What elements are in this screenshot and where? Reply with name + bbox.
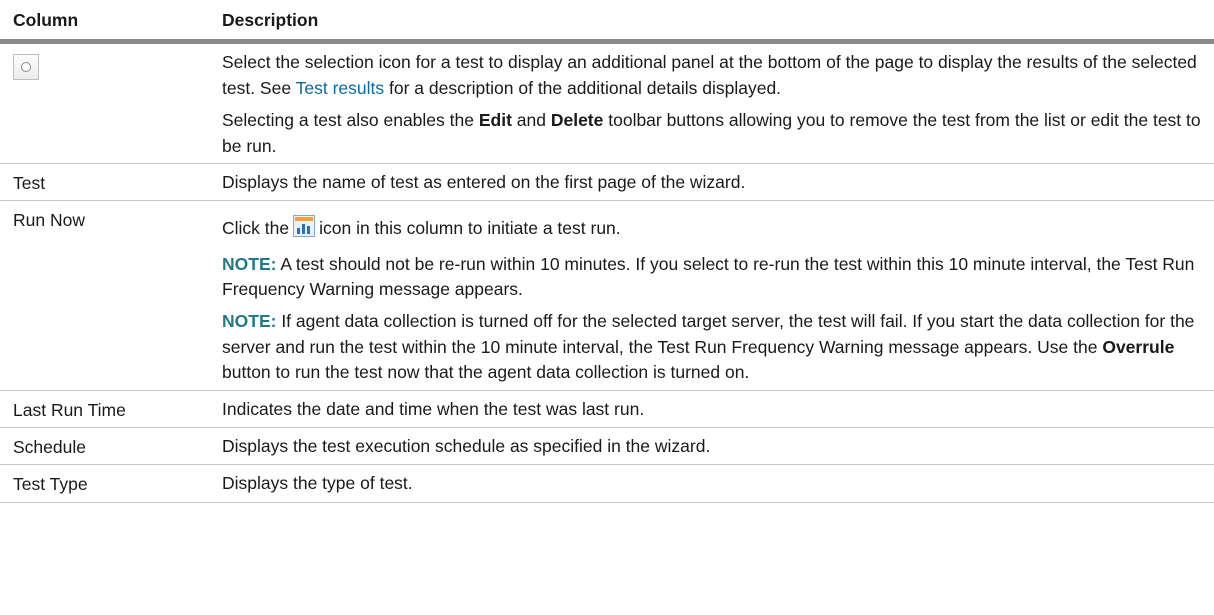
row-description-cell: Select the selection icon for a test to … xyxy=(209,41,1214,164)
row-name-cell: Last Run Time xyxy=(0,390,209,428)
table-row-last-run-time: Last Run Time Indicates the date and tim… xyxy=(0,390,1214,428)
row-name-cell xyxy=(0,41,209,164)
table-row-schedule: Schedule Displays the test execution sch… xyxy=(0,427,1214,466)
row-name-cell: Test Type xyxy=(0,464,209,503)
select-paragraph-1: Select the selection icon for a test to … xyxy=(222,52,1197,98)
table-row-select: Select the selection icon for a test to … xyxy=(0,41,1214,164)
run-now-paragraph: Click the icon in this column to initiate… xyxy=(222,215,1206,244)
note-paragraph-1: NOTE: A test should not be re-run within… xyxy=(222,253,1195,299)
column-description-table: Column Description Select the selection … xyxy=(0,0,1214,503)
row-description-cell: Displays the type of test. xyxy=(209,464,1214,503)
overrule-term: Overrule xyxy=(1102,336,1175,357)
description-header: Description xyxy=(209,0,1214,45)
row-description-cell: Displays the test execution schedule as … xyxy=(209,427,1214,466)
note-label: NOTE: xyxy=(222,253,277,274)
note-label: NOTE: xyxy=(222,311,277,332)
note-paragraph-2: NOTE: If agent data collection is turned… xyxy=(222,311,1195,383)
column-header: Column xyxy=(0,0,209,45)
row-description-cell: Click the icon in this column to initiate… xyxy=(209,200,1214,391)
run-report-icon xyxy=(293,215,316,244)
row-name-cell: Schedule xyxy=(0,427,209,466)
row-description-cell: Displays the name of test as entered on … xyxy=(209,163,1214,202)
row-name-cell: Run Now xyxy=(0,200,209,391)
selection-radio-icon xyxy=(13,54,39,81)
table-row-run-now: Run Now Click the icon in this column to … xyxy=(0,200,1214,391)
edit-term: Edit xyxy=(478,110,512,131)
table-row-test-type: Test Type Displays the type of test. xyxy=(0,464,1214,503)
delete-term: Delete xyxy=(550,110,604,131)
row-description-cell: Indicates the date and time when the tes… xyxy=(209,390,1214,428)
table-header-row: Column Description xyxy=(0,0,1214,45)
test-results-link[interactable]: Test results xyxy=(296,78,385,98)
row-name-cell: Test xyxy=(0,163,209,202)
select-paragraph-2: Selecting a test also enables the Edit a… xyxy=(222,110,1201,156)
table-row-test: Test Displays the name of test as entere… xyxy=(0,163,1214,202)
